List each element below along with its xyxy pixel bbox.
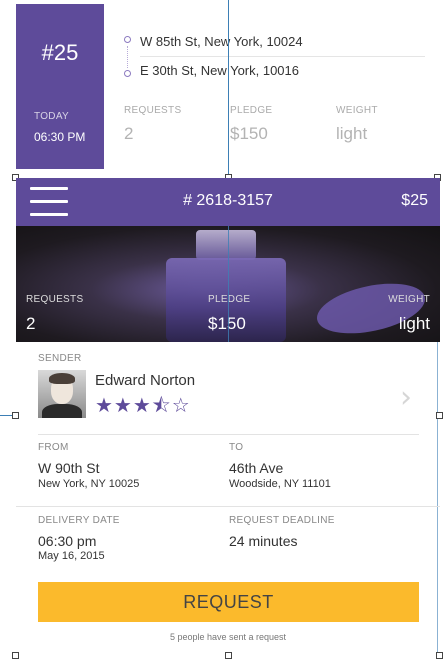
- vertical-guide-line: [228, 0, 229, 178]
- hero-weight-label: WEIGHT: [388, 294, 430, 305]
- sender-label: SENDER: [38, 353, 82, 364]
- resize-handle-right[interactable]: [436, 412, 443, 419]
- resize-handle-left[interactable]: [12, 412, 19, 419]
- star-rating: ★★★⯪☆: [95, 393, 191, 417]
- top-delivery-card[interactable]: #25 TODAY 06:30 PM W 85th St, New York, …: [0, 0, 446, 178]
- sender-name[interactable]: Edward Norton: [95, 372, 195, 389]
- to-city: Woodside, NY 11101: [229, 478, 331, 490]
- destination-dot-icon: [124, 70, 131, 77]
- request-deadline-value: 24 minutes: [229, 533, 298, 549]
- hero-requests-label: REQUESTS: [26, 294, 84, 305]
- origin-dot-icon: [124, 36, 131, 43]
- order-title: # 2618-3157: [183, 192, 273, 209]
- from-label: FROM: [38, 442, 69, 453]
- weight-value: light: [336, 124, 368, 143]
- delivery-date-value: May 16, 2015: [38, 550, 105, 562]
- hero-requests-value: 2: [26, 314, 36, 333]
- delivery-date-label: DELIVERY DATE: [38, 515, 120, 526]
- origin-address: W 85th St, New York, 10024: [140, 34, 303, 49]
- from-street: W 90th St: [38, 460, 100, 476]
- pledge-value: $150: [230, 124, 268, 143]
- pledge-label: PLEDGE: [230, 105, 273, 116]
- chevron-right-icon[interactable]: ›: [400, 380, 412, 415]
- day-label: TODAY: [34, 111, 70, 122]
- delivery-number: #25: [41, 40, 79, 65]
- resize-handle-bottom-right[interactable]: [436, 652, 443, 659]
- hero-guide-line: [228, 226, 229, 342]
- to-street: 46th Ave: [229, 460, 284, 476]
- request-deadline-label: REQUEST DEADLINE: [229, 515, 335, 526]
- request-count-note: 5 people have sent a request: [169, 632, 287, 642]
- divider-sender: [38, 434, 419, 435]
- address-divider: [140, 56, 425, 57]
- request-button[interactable]: REQUEST: [38, 582, 419, 622]
- resize-handle-bottom[interactable]: [225, 652, 232, 659]
- hero-pledge-value: $150: [208, 314, 246, 333]
- from-city: New York, NY 10025: [38, 478, 140, 490]
- hero-pledge-label: PLEDGE: [208, 294, 251, 305]
- hero-weight-value: light: [398, 314, 430, 333]
- resize-handle-bottom-left[interactable]: [12, 652, 19, 659]
- order-price: $25: [401, 192, 428, 209]
- requests-value: 2: [124, 124, 134, 143]
- divider-route: [16, 506, 440, 507]
- to-label: TO: [229, 442, 244, 453]
- weight-label: WEIGHT: [336, 105, 378, 116]
- delivery-time: 06:30 PM: [34, 130, 86, 144]
- delivery-number-block: #25 TODAY 06:30 PM: [16, 4, 104, 169]
- route-connector: [127, 46, 128, 68]
- detail-header: # 2618-3157 $25: [16, 178, 440, 226]
- avatar[interactable]: [38, 370, 86, 418]
- perfume-cap-shape: [196, 230, 256, 260]
- destination-address: E 30th St, New York, 10016: [140, 63, 299, 78]
- item-hero-image: REQUESTS 2 PLEDGE $150 WEIGHT light: [16, 226, 440, 342]
- requests-label: REQUESTS: [124, 105, 182, 116]
- delivery-time-value: 06:30 pm: [38, 533, 97, 549]
